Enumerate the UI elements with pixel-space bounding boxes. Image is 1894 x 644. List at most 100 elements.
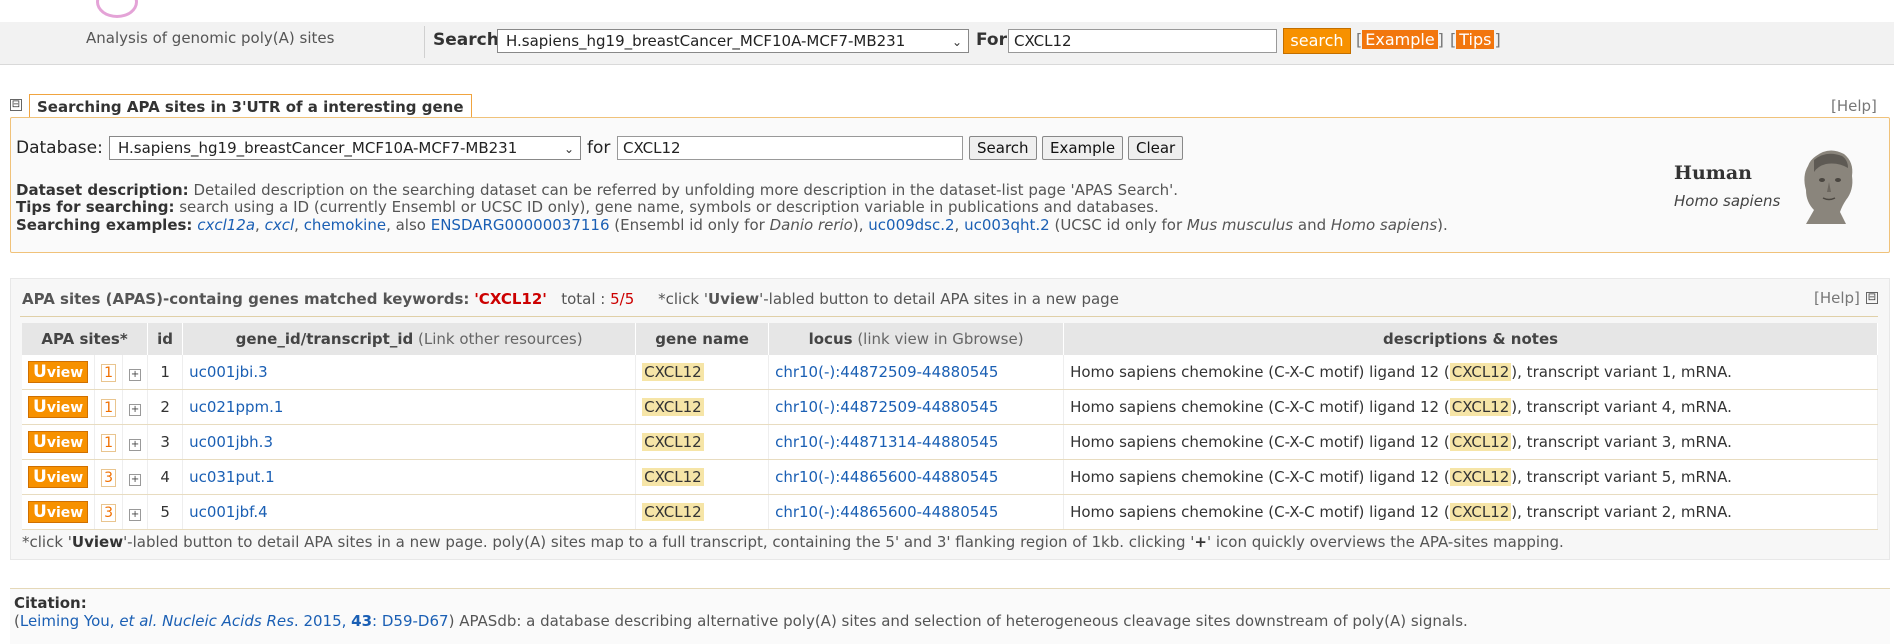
panel-search-button[interactable]: Search [969,136,1037,160]
gene-cell: CXCL12 [635,355,770,390]
examples-sep-2: , [294,216,304,234]
desc-pre: Homo sapiens chemokine (C-X-C motif) lig… [1070,503,1450,521]
site-subtitle: Analysis of genomic poly(A) sites [86,29,335,47]
search-tips: Tips for searching: search using a ID (c… [16,198,1159,216]
example-uc009dsc-link[interactable]: uc009dsc.2 [868,216,954,234]
transcript-link[interactable]: uc001jbh.3 [189,433,273,451]
results-help-link[interactable]: [Help] [1814,289,1860,307]
panel-clear-button[interactable]: Clear [1128,136,1184,160]
uview-cell: Uview [22,355,96,390]
panel-database-select[interactable]: H.sapiens_hg19_breastCancer_MCF10A-MCF7-… [109,136,581,160]
uview-u: U [33,502,47,522]
example-link[interactable]: Example [1362,30,1438,49]
examples-note-2: ), [852,216,869,234]
expand-plus-icon[interactable]: + [129,509,142,521]
uview-button[interactable]: Uview [28,501,89,523]
desc-post: ), transcript variant 1, mRNA. [1511,363,1732,381]
locus-link[interactable]: chr10(-):44872509-44880545 [775,363,998,381]
locus-cell: chr10(-):44865600-44880545 [768,494,1065,530]
transcript-link[interactable]: uc001jbi.3 [189,363,268,381]
search-panel-help-link[interactable]: [Help] [1831,97,1877,115]
chevron-down-icon: ⌄ [951,35,962,49]
citation-journal: Nucleic Acids Res [157,612,294,630]
header-database-value: H.sapiens_hg19_breastCancer_MCF10A-MCF7-… [506,32,906,50]
transcript-link[interactable]: uc021ppm.1 [189,398,283,416]
example-link-wrap: [Example] [1356,30,1444,49]
count-cell: 1 [94,389,124,425]
species-mus: Mus musculus [1186,216,1294,234]
collapse-search-panel-icon[interactable]: ⊟ [10,99,22,111]
description-cell: Homo sapiens chemokine (C-X-C motif) lig… [1063,424,1878,460]
header-search-value: CXCL12 [1014,32,1072,50]
footnote-bold-2: + [1194,533,1207,551]
results-note-post: '-labled button to detail APA sites in a… [759,290,1119,308]
col-descriptions: descriptions & notes [1063,323,1878,355]
header-divider [424,26,425,58]
col-locus-label: locus [808,330,853,348]
gene-cell: CXCL12 [635,459,770,495]
transcript-link[interactable]: uc031put.1 [189,468,275,486]
table-row: Uview 3 + 5 uc001jbf.4 CXCL12 chr10(-):4… [22,494,1878,530]
uview-button[interactable]: Uview [28,431,89,453]
desc-gene: CXCL12 [1449,468,1512,486]
examples-note-3: (UCSC id only for [1049,216,1187,234]
locus-cell: chr10(-):44872509-44880545 [768,355,1065,390]
example-cxcl12a-link[interactable]: cxcl12a [197,216,255,234]
count-cell: 3 [94,459,124,495]
transcript-link[interactable]: uc001jbf.4 [189,503,268,521]
footnote-post: ' icon quickly overviews the APA-sites m… [1206,533,1564,551]
uview-label: view [46,435,84,451]
uview-cell: Uview [22,494,96,530]
transcript-cell: uc021ppm.1 [182,389,637,425]
results-total-label: total : [561,290,611,308]
results-footnote: *click 'Uview'-labled button to detail A… [22,533,1564,551]
results-note-pre: *click ' [658,290,708,308]
header-search-button[interactable]: search [1283,28,1351,54]
count-cell: 1 [94,424,124,460]
col-gene-name: gene name [635,323,770,355]
expand-cell: + [122,355,149,390]
gene-name: CXCL12 [642,363,704,381]
example-ensembl-link[interactable]: ENSDARG00000037116 [431,216,610,234]
collapse-results-icon[interactable]: ⊟ [1866,292,1878,304]
expand-plus-icon[interactable]: + [129,369,142,381]
example-chemokine-link[interactable]: chemokine [304,216,386,234]
locus-link[interactable]: chr10(-):44871314-44880545 [775,433,998,451]
gene-cell: CXCL12 [635,494,770,530]
top-stripe [0,0,1894,22]
dataset-description-label: Dataset description: [16,181,189,199]
row-id: 5 [147,494,184,530]
uview-button[interactable]: Uview [28,466,89,488]
tips-link[interactable]: Tips [1456,30,1495,49]
examples-and: and [1293,216,1331,234]
desc-post: ), transcript variant 2, mRNA. [1511,503,1732,521]
panel-query-input[interactable]: CXCL12 [617,136,963,160]
locus-cell: chr10(-):44865600-44880545 [768,459,1065,495]
citation-link[interactable]: Leiming You, et al. Nucleic Acids Res. 2… [20,612,449,630]
uview-label: view [46,365,84,381]
col-locus: locus (link view in Gbrowse) [768,323,1065,355]
panel-database-value: H.sapiens_hg19_breastCancer_MCF10A-MCF7-… [118,139,518,157]
uview-button[interactable]: Uview [28,361,89,383]
database-label: Database: [16,138,103,158]
expand-plus-icon[interactable]: + [129,474,142,486]
locus-link[interactable]: chr10(-):44872509-44880545 [775,398,998,416]
col-apa-sites: APA sites* [22,323,149,355]
apa-count: 1 [101,364,117,382]
locus-link[interactable]: chr10(-):44865600-44880545 [775,468,998,486]
expand-plus-icon[interactable]: + [129,439,142,451]
example-cxcl-link[interactable]: cxcl [265,216,295,234]
locus-link[interactable]: chr10(-):44865600-44880545 [775,503,998,521]
example-uc003qht-link[interactable]: uc003qht.2 [964,216,1050,234]
panel-example-button[interactable]: Example [1042,136,1124,160]
expand-cell: + [122,494,149,530]
search-examples: Searching examples: cxcl12a, cxcl, chemo… [16,216,1448,234]
results-header: APA sites (APAS)-containg genes matched … [22,290,1119,308]
header-search-input[interactable]: CXCL12 [1008,29,1277,53]
results-total-value: 5/5 [610,290,635,308]
header-database-select[interactable]: H.sapiens_hg19_breastCancer_MCF10A-MCF7-… [497,29,969,53]
transcript-cell: uc001jbh.3 [182,424,637,460]
table-row: Uview 1 + 3 uc001jbh.3 CXCL12 chr10(-):4… [22,424,1878,460]
expand-plus-icon[interactable]: + [129,404,142,416]
uview-button[interactable]: Uview [28,396,89,418]
